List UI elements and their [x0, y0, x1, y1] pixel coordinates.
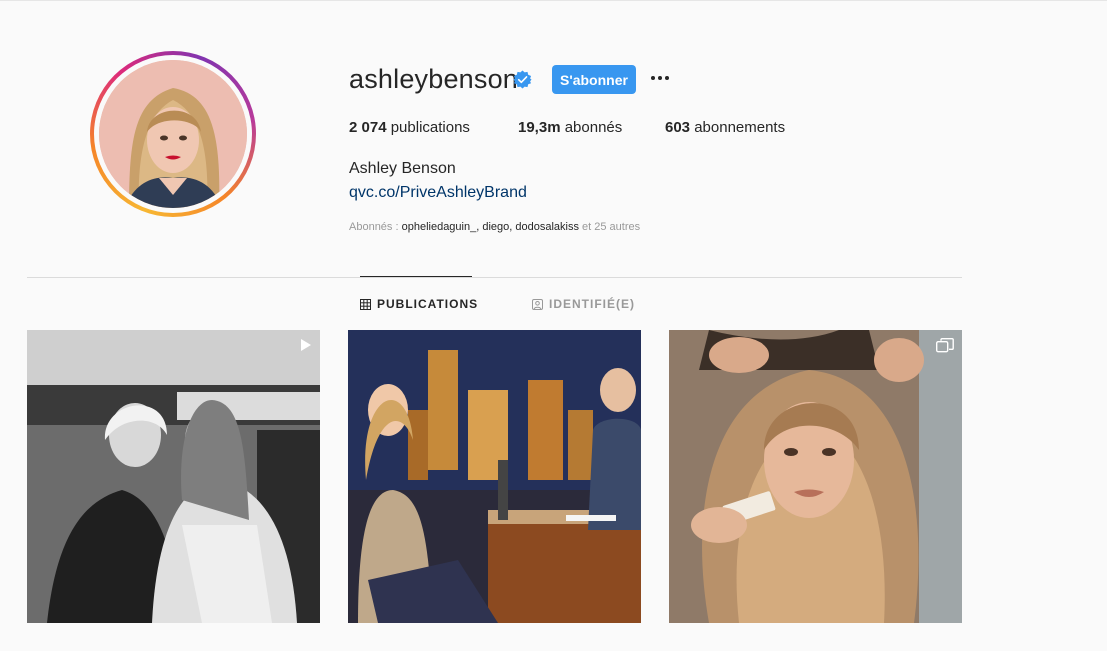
following-count[interactable]: 603 abonnements [665, 119, 785, 136]
post-thumbnail[interactable] [27, 330, 320, 623]
post-image [27, 330, 320, 623]
tab-publications[interactable]: PUBLICATIONS [360, 296, 478, 312]
full-name: Ashley Benson [349, 160, 456, 177]
tagged-icon [532, 298, 543, 310]
top-divider [0, 0, 1107, 1]
username: ashleybenson [349, 64, 519, 94]
post-image [669, 330, 962, 623]
carousel-icon [936, 338, 954, 353]
active-tab-indicator [360, 276, 472, 277]
story-ring[interactable] [90, 51, 256, 217]
avatar[interactable] [99, 60, 247, 208]
post-thumbnail[interactable] [669, 330, 962, 623]
followers-count[interactable]: 19,3m abonnés [518, 119, 622, 136]
verified-badge-icon [513, 70, 532, 89]
tabs-divider [27, 277, 962, 278]
post-image [348, 330, 641, 623]
posts-count: 2 074 publications [349, 119, 470, 136]
bio-link[interactable]: qvc.co/PriveAshleyBrand [349, 184, 527, 202]
video-icon [301, 339, 311, 351]
post-thumbnail[interactable] [348, 330, 641, 623]
avatar-image [99, 60, 247, 208]
grid-icon [360, 298, 371, 310]
ellipsis-icon[interactable] [648, 66, 672, 90]
followed-by[interactable]: Abonnés : opheliedaguin_, diego, dodosal… [349, 221, 640, 233]
tab-tagged[interactable]: IDENTIFIÉ(E) [532, 296, 635, 312]
follow-button[interactable]: S'abonner [552, 65, 636, 94]
